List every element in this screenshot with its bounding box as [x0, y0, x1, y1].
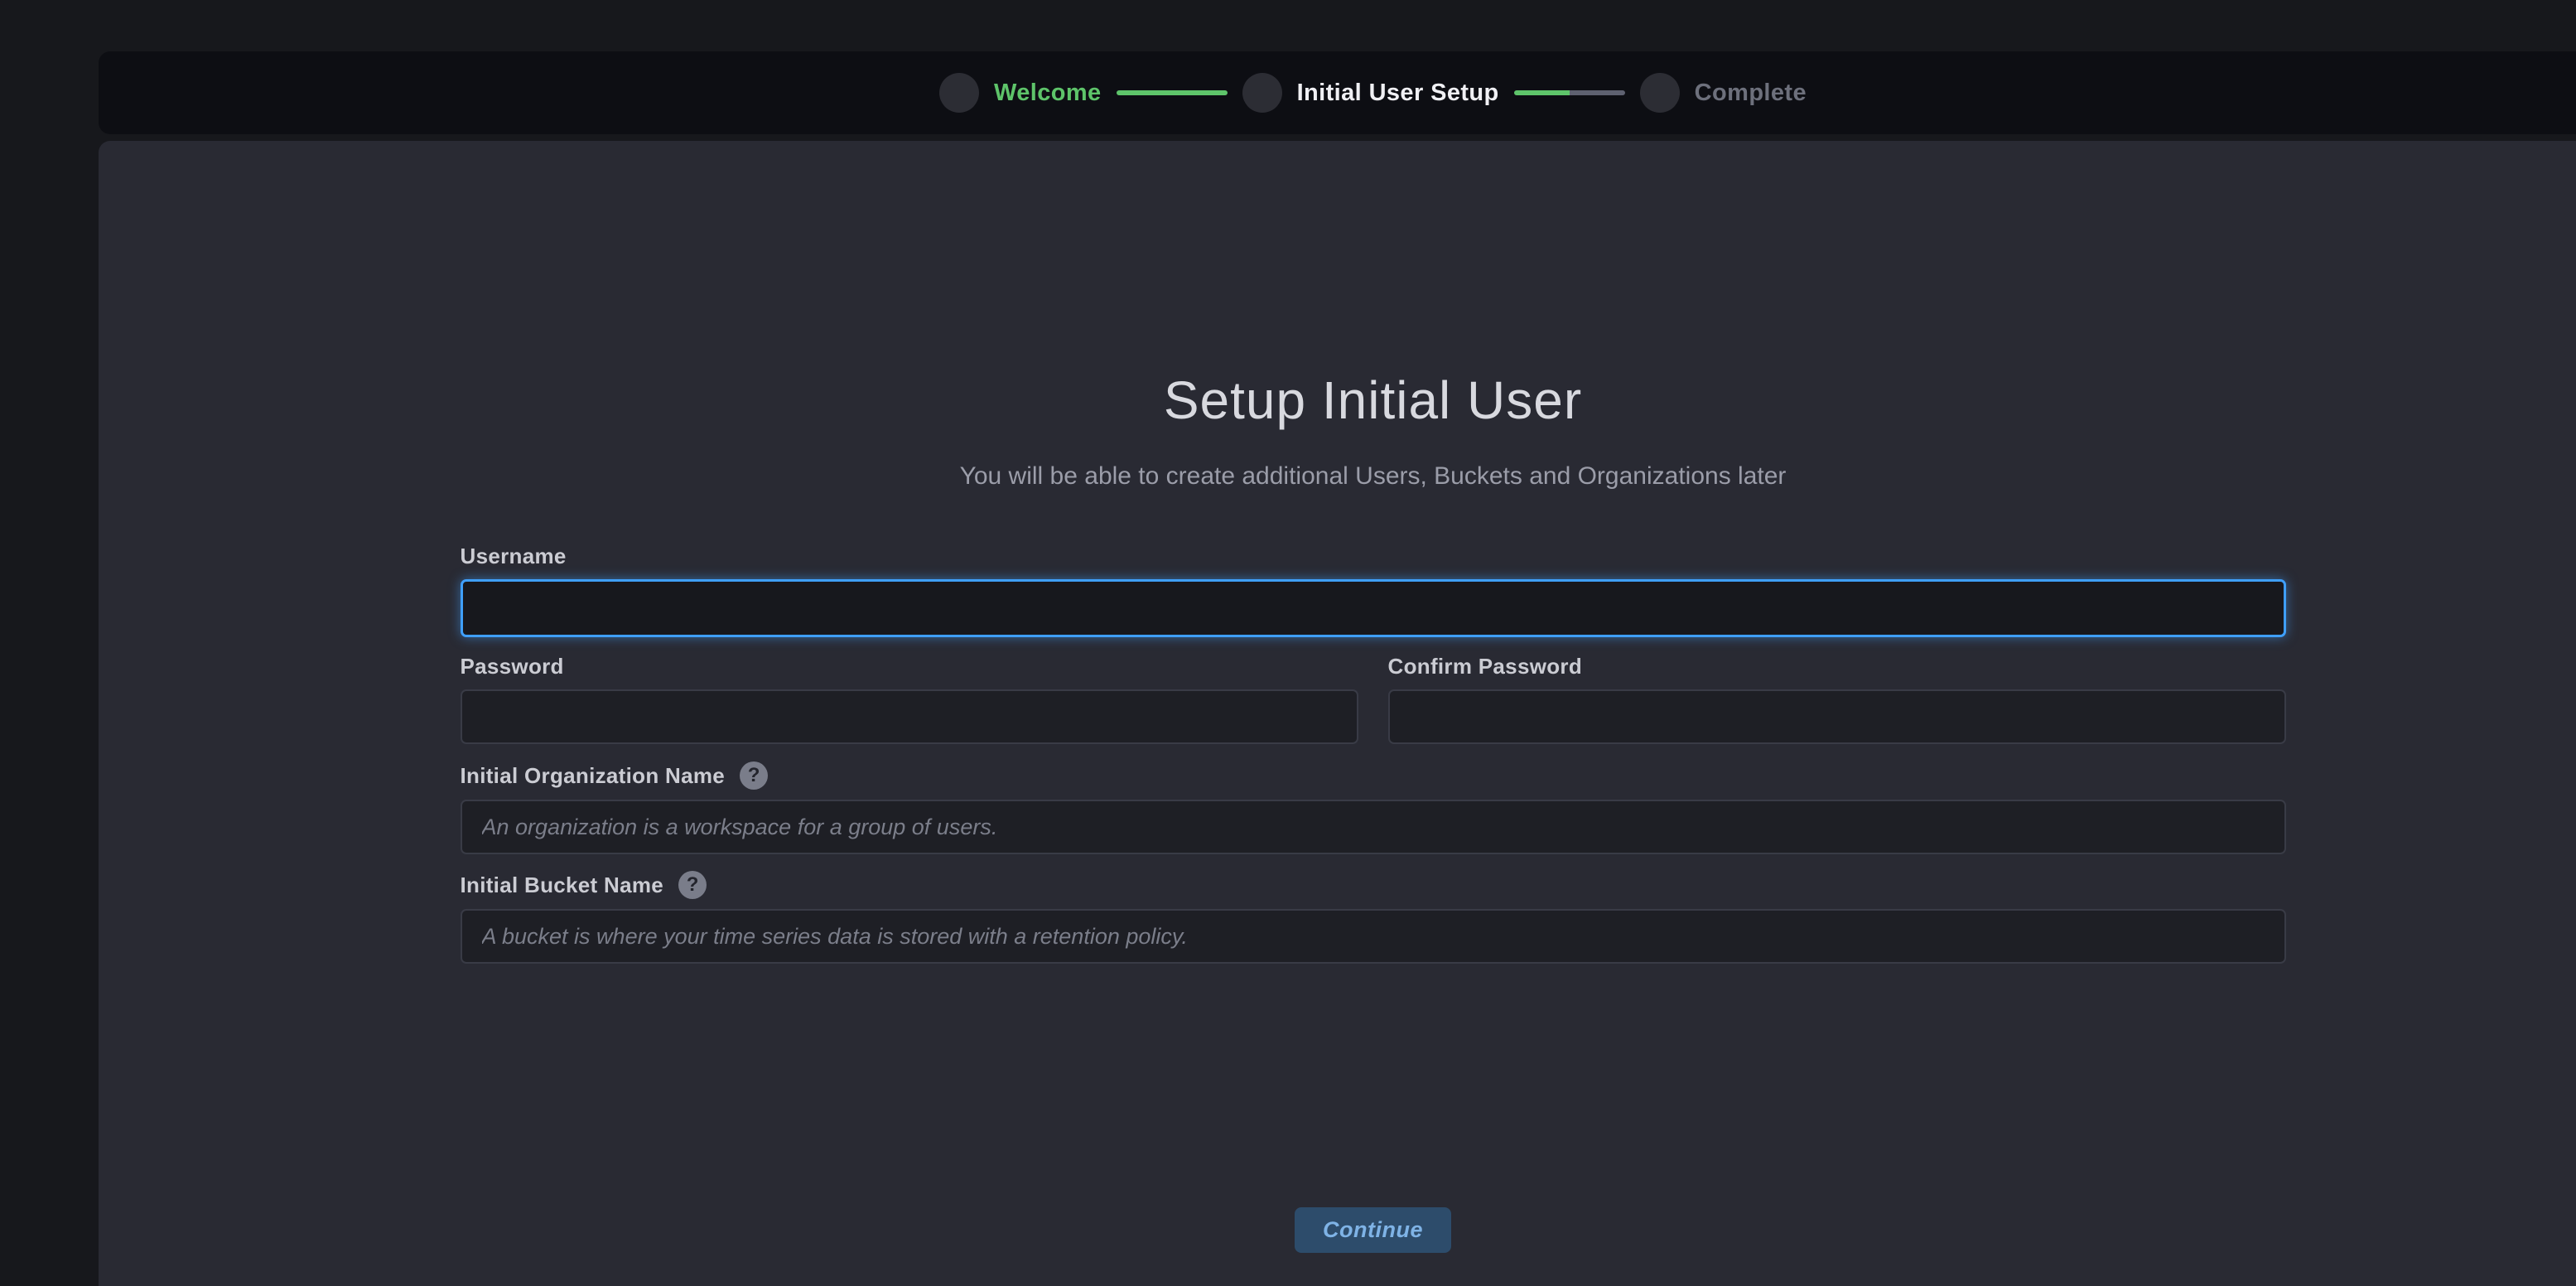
bucket-input[interactable]: [461, 909, 2286, 964]
password-field-block: Password: [461, 653, 1358, 744]
question-mark-icon[interactable]: ?: [740, 761, 768, 790]
page-title: Setup Initial User: [461, 369, 2286, 433]
continue-button[interactable]: Continue: [1295, 1207, 1451, 1253]
confirm-password-input[interactable]: [1388, 689, 2286, 744]
username-label: Username: [461, 544, 567, 569]
question-mark-icon[interactable]: ?: [678, 871, 707, 899]
setup-form-content: Setup Initial User You will be able to c…: [461, 141, 2286, 1253]
step-label-complete[interactable]: Complete: [1695, 80, 1807, 107]
step-label-welcome[interactable]: Welcome: [994, 80, 1102, 107]
step-circle-initial-user-setup[interactable]: [1242, 73, 1282, 113]
step-complete[interactable]: Complete: [1640, 73, 1807, 113]
step-label-initial-user-setup[interactable]: Initial User Setup: [1297, 80, 1499, 107]
username-input[interactable]: [461, 579, 2286, 637]
step-welcome[interactable]: Welcome: [939, 73, 1102, 113]
username-field-block: Username: [461, 543, 2286, 637]
bucket-label: Initial Bucket Name: [461, 873, 664, 898]
step-circle-complete[interactable]: [1640, 73, 1680, 113]
step-circle-welcome[interactable]: [939, 73, 979, 113]
organization-label-row: Initial Organization Name ?: [461, 761, 2286, 790]
confirm-password-label-row: Confirm Password: [1388, 653, 2286, 679]
password-label: Password: [461, 654, 564, 679]
organization-field-block: Initial Organization Name ?: [461, 761, 2286, 854]
confirm-password-field-block: Confirm Password: [1388, 653, 2286, 744]
organization-input[interactable]: [461, 800, 2286, 854]
setup-panel: Setup Initial User You will be able to c…: [99, 141, 2576, 1286]
confirm-password-label: Confirm Password: [1388, 654, 1583, 679]
step-connector-1: [1117, 90, 1228, 95]
step-connector-2: [1514, 90, 1625, 95]
page-subtitle: You will be able to create additional Us…: [461, 461, 2286, 492]
step-initial-user-setup[interactable]: Initial User Setup: [1242, 73, 1499, 113]
organization-label: Initial Organization Name: [461, 763, 726, 789]
bucket-label-row: Initial Bucket Name ?: [461, 871, 2286, 899]
passwords-row: Password Confirm Password: [461, 653, 2286, 744]
setup-stepper: Welcome Initial User Setup Complete: [939, 73, 1807, 113]
password-label-row: Password: [461, 653, 1358, 679]
username-label-row: Username: [461, 543, 2286, 569]
bucket-field-block: Initial Bucket Name ?: [461, 871, 2286, 964]
wizard-header: Welcome Initial User Setup Complete: [99, 51, 2576, 134]
form-actions: Continue: [461, 1207, 2286, 1253]
password-input[interactable]: [461, 689, 1358, 744]
